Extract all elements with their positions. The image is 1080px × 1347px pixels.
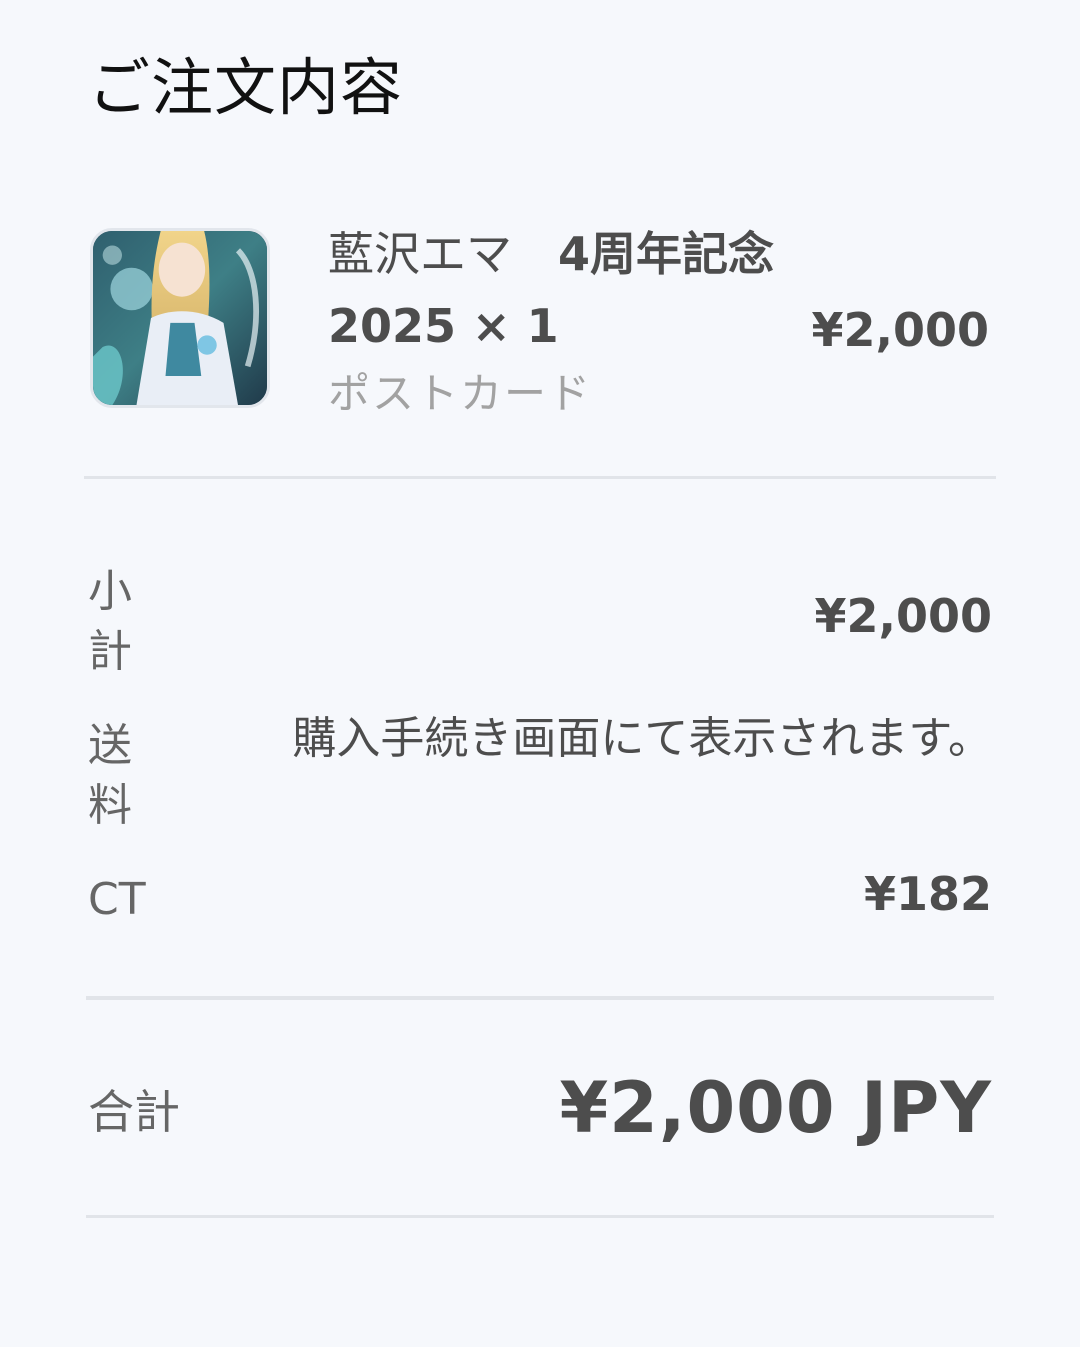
divider	[86, 1215, 994, 1218]
divider	[84, 476, 996, 479]
product-thumbnail	[90, 228, 270, 408]
product-name: 藍沢エマ 4周年記念2025 × 1	[328, 218, 798, 362]
ct-value: ¥182	[863, 867, 992, 921]
shipping-value: 購入手続き画面にて表示されます。	[292, 713, 992, 764]
total-value: ¥2,000 JPY	[559, 1067, 992, 1149]
ct-label: CT	[88, 874, 146, 925]
page-title: ご注文内容	[88, 51, 404, 124]
line-item: 藍沢エマ 4周年記念2025 × 1 ポストカード ¥2,000	[88, 218, 993, 428]
product-variant: ポストカード	[328, 369, 593, 418]
product-price: ¥2,000	[811, 303, 989, 357]
subtotal-label: 小計	[88, 566, 132, 677]
product-name-prefix: 藍沢エマ	[328, 227, 558, 281]
shipping-label: 送料	[88, 720, 132, 831]
divider	[86, 996, 994, 1000]
total-label: 合計	[88, 1085, 180, 1139]
subtotal-value: ¥2,000	[814, 589, 992, 643]
product-thumbnail-image	[93, 231, 267, 405]
